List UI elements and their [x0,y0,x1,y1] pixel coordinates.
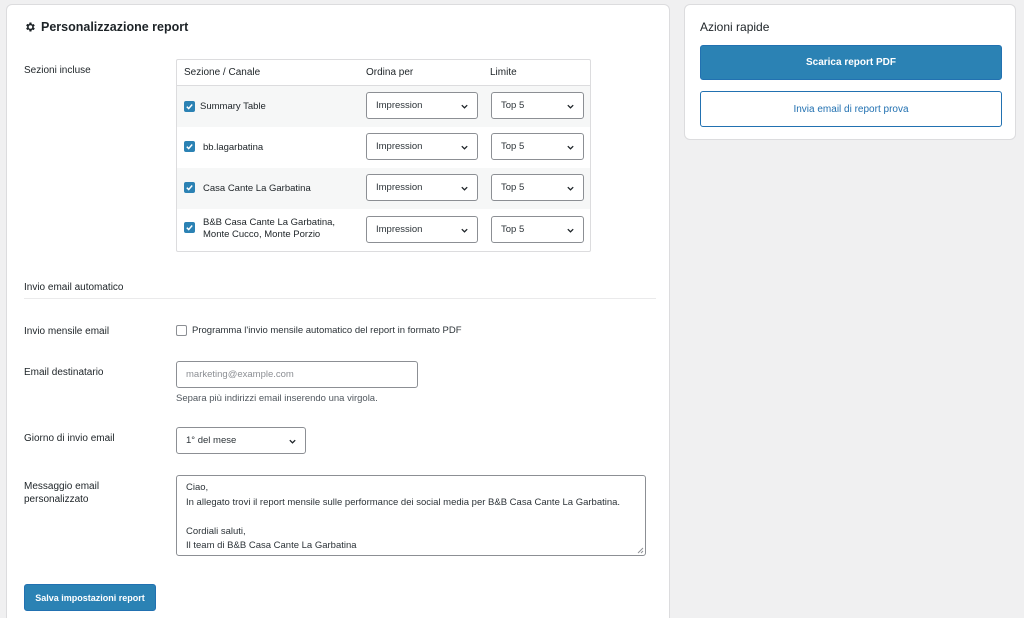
checkmark-icon [186,104,193,110]
sort-select[interactable]: Impression [366,174,478,201]
sort-select-value: Impression [376,141,423,152]
limit-select-value: Top 5 [501,182,525,193]
chevron-down-icon [567,228,574,233]
chevron-down-icon [567,145,574,150]
limit-select[interactable]: Top 5 [491,216,584,243]
limit-select-value: Top 5 [501,141,525,152]
column-header-sort: Ordina per [366,67,414,78]
sort-select[interactable]: Impression [366,216,478,243]
recipient-email-input[interactable]: marketing@example.com [176,361,418,388]
report-customization-panel: Personalizzazione report Sezioni incluse… [6,4,670,618]
sort-select[interactable]: Impression [366,133,478,160]
send-day-select-value: 1° del mese [186,435,237,446]
panel-title-text: Personalizzazione report [41,20,189,34]
checkmark-icon [186,185,193,191]
send-test-email-button[interactable]: Invia email di report prova [700,91,1002,127]
monthly-email-label: Invio mensile email [24,326,110,337]
save-settings-button[interactable]: Salva impostazioni report [24,584,156,611]
table-row: Casa Cante La Garbatina Impression Top 5 [177,168,590,209]
download-pdf-button[interactable]: Scarica report PDF [700,45,1002,80]
limit-select-value: Top 5 [501,100,525,111]
chevron-down-icon [461,186,468,191]
section-name-line2: Monte Cucco, Monte Porzio [203,229,321,240]
message-label-line2: personalizzato [24,494,89,505]
section-checkbox[interactable] [184,141,195,152]
section-name: Summary Table [200,101,266,112]
sort-select-value: Impression [376,224,423,235]
gear-icon [24,21,36,33]
chevron-down-icon [461,104,468,109]
sections-table: Sezione / Canale Ordina per Limite Summa… [176,59,591,252]
message-label-line1: Messaggio email [24,481,100,492]
section-checkbox[interactable] [184,101,195,112]
limit-select-value: Top 5 [501,224,525,235]
sort-select-value: Impression [376,100,423,111]
panel-title: Personalizzazione report [24,20,188,34]
column-header-section: Sezione / Canale [184,67,261,78]
chevron-down-icon [567,186,574,191]
section-name: B&B Casa Cante La Garbatina, Monte Cucco… [203,217,335,241]
quick-actions-title: Azioni rapide [700,20,770,34]
send-day-select[interactable]: 1° del mese [176,427,306,454]
section-divider [24,298,656,299]
resize-handle-icon[interactable] [637,547,644,554]
send-day-label: Giorno di invio email [24,433,115,444]
sections-label: Sezioni incluse [24,65,91,76]
checkmark-icon [186,144,193,150]
checkmark-icon [186,225,193,231]
chevron-down-icon [461,228,468,233]
chevron-down-icon [289,439,296,444]
limit-select[interactable]: Top 5 [491,174,584,201]
recipient-label: Email destinatario [24,367,104,378]
section-name: bb.lagarbatina [203,142,264,153]
message-textarea[interactable]: Ciao, In allegato trovi il report mensil… [176,475,646,556]
monthly-email-checkbox-label[interactable]: Programma l'invio mensile automatico del… [192,325,462,336]
table-row: bb.lagarbatina Impression Top 5 [177,127,590,168]
chevron-down-icon [567,104,574,109]
section-name-line1: B&B Casa Cante La Garbatina, [203,217,336,228]
email-section-heading: Invio email automatico [24,282,124,293]
table-row: B&B Casa Cante La Garbatina, Monte Cucco… [177,209,590,251]
table-row: Summary Table Impression Top 5 [177,86,590,127]
section-checkbox[interactable] [184,182,195,193]
chevron-down-icon [461,145,468,150]
monthly-email-checkbox[interactable] [176,325,187,336]
column-header-limit: Limite [490,67,517,78]
section-checkbox[interactable] [184,222,195,233]
quick-actions-panel: Azioni rapide Scarica report PDF Invia e… [684,4,1016,140]
message-label: Messaggio email personalizzato [24,480,99,506]
limit-select[interactable]: Top 5 [491,133,584,160]
recipient-help-text: Separa più indirizzi email inserendo una… [176,393,378,404]
limit-select[interactable]: Top 5 [491,92,584,119]
section-name: Casa Cante La Garbatina [203,183,311,194]
sort-select[interactable]: Impression [366,92,478,119]
sort-select-value: Impression [376,182,423,193]
